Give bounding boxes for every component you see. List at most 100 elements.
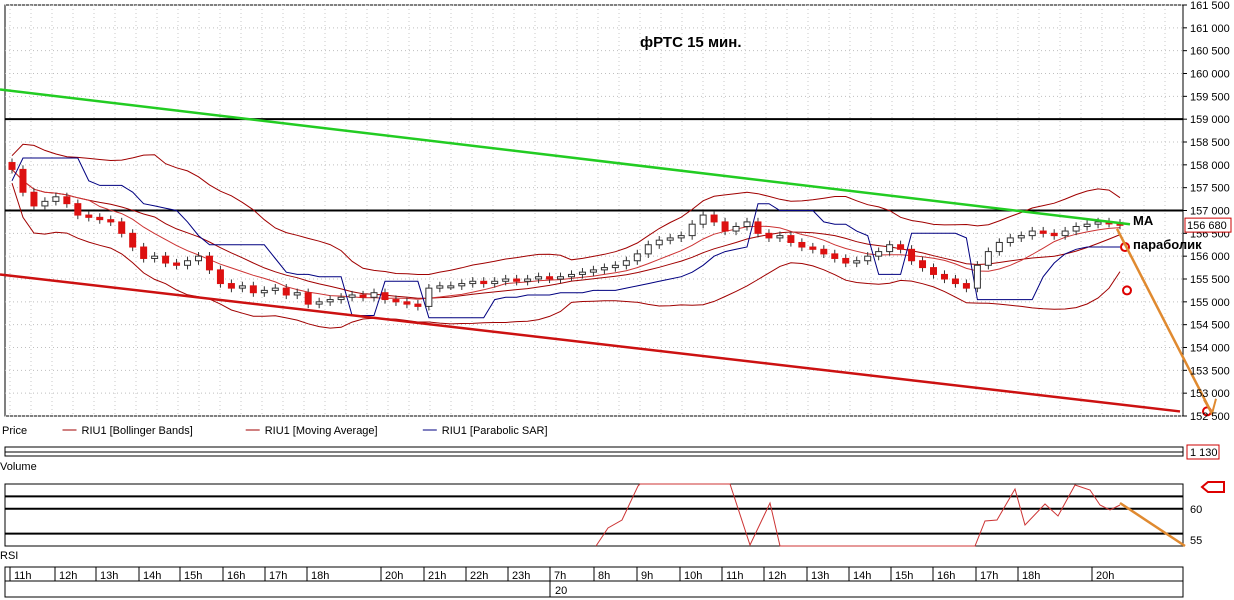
candlestick-chart: 60 55 161 500 161 000 160 500 160 000 159 500… <box>0 0 1232 598</box>
candle-body <box>611 264 619 269</box>
candle-body <box>293 292 301 296</box>
x-tick-label: 12h <box>768 570 786 582</box>
candle-body <box>118 221 126 234</box>
candle-body <box>557 276 565 280</box>
candle-body <box>52 196 60 202</box>
candle-body <box>688 223 696 237</box>
candle-body <box>238 285 246 289</box>
candle-body <box>908 248 916 262</box>
candle-body <box>425 287 433 307</box>
candle-body <box>655 239 663 246</box>
candle-body <box>699 214 707 225</box>
candle-body <box>743 221 751 227</box>
candle-body <box>600 267 608 271</box>
x-tick-label: 21h <box>428 570 446 582</box>
date-label: 20 <box>555 585 567 597</box>
y-tick-label: 161 000 <box>1190 23 1230 35</box>
candle-body <box>940 273 948 280</box>
candle-body <box>85 214 93 218</box>
candle-body <box>436 285 444 289</box>
legend-label: RIU1 [Parabolic SAR] <box>442 425 548 437</box>
candle-body <box>1072 225 1080 232</box>
candle-body <box>392 299 400 303</box>
x-tick-label: 16h <box>227 570 245 582</box>
candle-body <box>1006 237 1014 243</box>
candle-body <box>107 219 115 223</box>
legend-label: RIU1 [Moving Average] <box>265 425 378 437</box>
candle-body <box>798 241 806 248</box>
y-tick-label: 155 500 <box>1190 274 1230 286</box>
last-price-label: 156 680 <box>1187 220 1227 232</box>
x-tick-label: 14h <box>853 570 871 582</box>
candle-body <box>721 221 729 232</box>
candle-body <box>633 253 641 262</box>
candle-body <box>787 235 795 243</box>
indicator-overlays <box>11 143 1212 417</box>
x-tick-label: 9h <box>641 570 653 582</box>
candle-body <box>480 280 488 285</box>
y-tick-label: 155 000 <box>1190 297 1230 309</box>
candle-body <box>271 287 279 291</box>
x-tick-label: 13h <box>811 570 829 582</box>
x-tick-label: 17h <box>980 570 998 582</box>
x-tick-label: 11h <box>726 570 744 582</box>
candle-body <box>129 232 137 248</box>
x-tick-label: 20h <box>385 570 403 582</box>
candle-body <box>666 237 674 241</box>
candle-body <box>8 162 16 170</box>
candle-body <box>458 283 466 287</box>
candle-body <box>326 299 334 303</box>
rsi-line <box>595 483 1121 547</box>
candle-body <box>919 260 927 269</box>
candle-body <box>951 278 959 285</box>
candle-body <box>524 278 532 282</box>
candle-body <box>567 273 575 278</box>
candle-body <box>227 283 235 289</box>
y-tick-label: 152 500 <box>1190 411 1230 423</box>
y-tick-label: 154 000 <box>1190 343 1230 355</box>
candle-body <box>677 235 685 239</box>
candle-body <box>710 214 718 223</box>
volume-value-label: 1 130 <box>1190 447 1218 459</box>
legend-label: Price <box>2 425 27 437</box>
parabolic-annotation: параболик <box>1133 237 1202 252</box>
candle-body <box>765 232 773 239</box>
y-tick-label: 160 500 <box>1190 46 1230 58</box>
ma-annotation: MA <box>1133 213 1154 228</box>
candle-body <box>381 292 389 301</box>
candle-body <box>973 264 981 289</box>
candle-body <box>864 255 872 262</box>
rsi-arrow-marker <box>1200 481 1225 493</box>
candle-body <box>315 301 323 305</box>
candle-body <box>140 246 148 259</box>
candle-body <box>403 301 411 305</box>
candle-body <box>359 294 367 298</box>
candle-body <box>370 292 378 298</box>
x-tick-label: 16h <box>937 570 955 582</box>
candle-body <box>205 255 213 271</box>
candle-body <box>249 285 257 294</box>
candle-body <box>622 260 630 266</box>
candle-body <box>897 244 905 250</box>
axes: 161 500 161 000 160 500 160 000 159 500 159 0… <box>0 0 1232 598</box>
x-tick-label: 7h <box>554 570 566 582</box>
candle-body <box>1028 230 1036 237</box>
y-tick-label: 158 000 <box>1190 160 1230 172</box>
candle-body <box>30 191 38 207</box>
rsi-tick-label: 55 <box>1190 535 1202 547</box>
candle-body <box>151 255 159 259</box>
candle-body <box>74 203 82 216</box>
candle-body <box>1061 230 1069 237</box>
x-tick-label: 23h <box>512 570 530 582</box>
candle-body <box>513 278 521 282</box>
rsi-tick-label: 60 <box>1190 504 1202 516</box>
candle-body <box>984 251 992 266</box>
candle-body <box>754 221 762 234</box>
candle-body <box>546 276 554 280</box>
candle-body <box>41 200 49 207</box>
legend-label: RIU1 [Bollinger Bands] <box>82 425 193 437</box>
x-tick-label: 11h <box>14 570 32 582</box>
candle-body <box>853 260 861 264</box>
candle-body <box>820 248 828 255</box>
candle-body <box>831 253 839 259</box>
